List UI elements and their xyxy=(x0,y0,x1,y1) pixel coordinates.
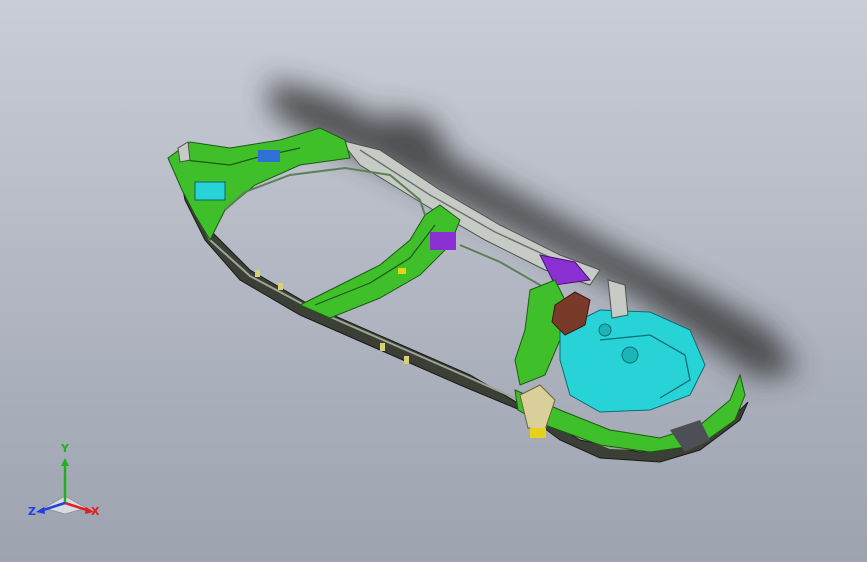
rail-clip xyxy=(380,343,385,351)
rail-clip xyxy=(278,283,283,290)
model-view[interactable] xyxy=(0,0,867,562)
view-orientation-triad[interactable]: Y X Z xyxy=(28,442,103,523)
rail-clip xyxy=(255,270,260,277)
yellow-clip xyxy=(398,268,406,274)
rail-clip xyxy=(404,356,409,364)
y-axis-arrow-icon xyxy=(61,458,69,466)
y-axis-label: Y xyxy=(61,442,69,455)
grey-tower xyxy=(607,279,629,319)
left-blue-clip xyxy=(258,150,280,162)
left-cyan-panel xyxy=(194,181,226,201)
right-strut xyxy=(514,279,566,386)
yellow-part xyxy=(530,428,546,438)
z-axis-label: Z xyxy=(28,505,36,518)
z-axis-arrow-icon xyxy=(36,507,45,514)
x-axis-label: X xyxy=(91,505,100,518)
3d-viewport[interactable]: Y X Z xyxy=(0,0,867,562)
purple-bracket-1 xyxy=(430,232,456,250)
